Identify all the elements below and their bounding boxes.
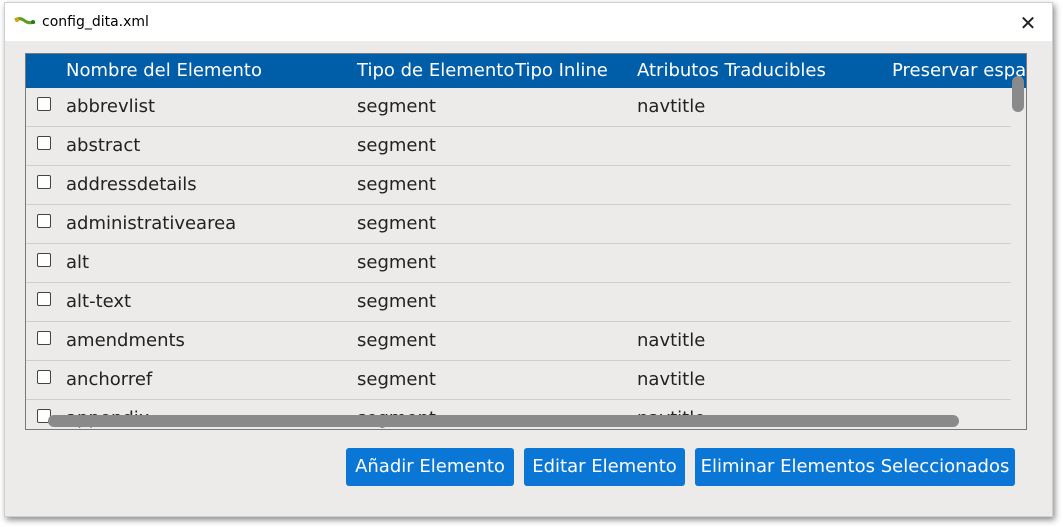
row-checkbox[interactable] xyxy=(37,253,51,267)
cell-type: segment xyxy=(357,96,436,117)
table-row[interactable]: alt segment xyxy=(26,244,1011,283)
row-checkbox[interactable] xyxy=(37,175,51,189)
column-header-preserve[interactable]: Preservar espa xyxy=(892,54,1026,88)
cell-attributes: navtitle xyxy=(637,330,706,351)
table-row[interactable]: abbrevlist segment navtitle xyxy=(26,88,1011,127)
column-header-attributes[interactable]: Atributos Traducibles xyxy=(637,54,826,88)
row-checkbox[interactable] xyxy=(37,292,51,306)
add-element-button[interactable]: Añadir Elemento xyxy=(346,448,514,486)
cell-name: administrativearea xyxy=(66,213,237,234)
row-checkbox[interactable] xyxy=(37,97,51,111)
cell-type: segment xyxy=(357,135,436,156)
row-checkbox[interactable] xyxy=(37,136,51,150)
cell-name: anchorref xyxy=(66,369,153,390)
cell-name: alt-text xyxy=(66,291,132,312)
cell-type: segment xyxy=(357,291,436,312)
delete-selected-elements-button[interactable]: Eliminar Elementos Seleccionados xyxy=(695,448,1015,486)
cell-attributes: navtitle xyxy=(637,369,706,390)
cell-name: amendments xyxy=(66,330,185,351)
table-row[interactable]: abstract segment xyxy=(26,127,1011,166)
column-header-name[interactable]: Nombre del Elemento xyxy=(66,54,262,88)
cell-name: addressdetails xyxy=(66,174,197,195)
cell-type: segment xyxy=(357,174,436,195)
column-header-inline[interactable]: Tipo Inline xyxy=(515,54,608,88)
row-checkbox[interactable] xyxy=(37,370,51,384)
cell-type: segment xyxy=(357,369,436,390)
cell-name: alt xyxy=(66,252,90,273)
cell-attributes: navtitle xyxy=(637,96,706,117)
app-logo-icon xyxy=(14,17,36,25)
edit-element-button[interactable]: Editar Elemento xyxy=(524,448,685,486)
row-checkbox[interactable] xyxy=(37,214,51,228)
vertical-scrollbar[interactable] xyxy=(1012,76,1024,112)
cell-type: segment xyxy=(357,252,436,273)
dialog-window: config_dita.xml ✕ Nombre del Elemento Ti… xyxy=(4,2,1053,517)
cell-name: abbrevlist xyxy=(66,96,156,117)
table-body: abbrevlist segment navtitle abstract seg… xyxy=(26,88,1011,429)
table-row[interactable]: anchorref segment navtitle xyxy=(26,361,1011,400)
row-checkbox[interactable] xyxy=(37,331,51,345)
table-header: Nombre del Elemento Tipo de Elemento Tip… xyxy=(26,54,1026,88)
horizontal-scrollbar[interactable] xyxy=(48,415,959,427)
title-bar: config_dita.xml ✕ xyxy=(5,3,1052,41)
table-row[interactable]: alt-text segment xyxy=(26,283,1011,322)
close-icon[interactable]: ✕ xyxy=(1014,11,1042,35)
elements-table: Nombre del Elemento Tipo de Elemento Tip… xyxy=(25,53,1027,430)
table-row[interactable]: addressdetails segment xyxy=(26,166,1011,205)
window-title: config_dita.xml xyxy=(42,14,149,30)
column-header-type[interactable]: Tipo de Elemento xyxy=(357,54,514,88)
table-row[interactable]: administrativearea segment xyxy=(26,205,1011,244)
cell-type: segment xyxy=(357,330,436,351)
cell-name: abstract xyxy=(66,135,141,156)
cell-type: segment xyxy=(357,213,436,234)
table-row[interactable]: amendments segment navtitle xyxy=(26,322,1011,361)
